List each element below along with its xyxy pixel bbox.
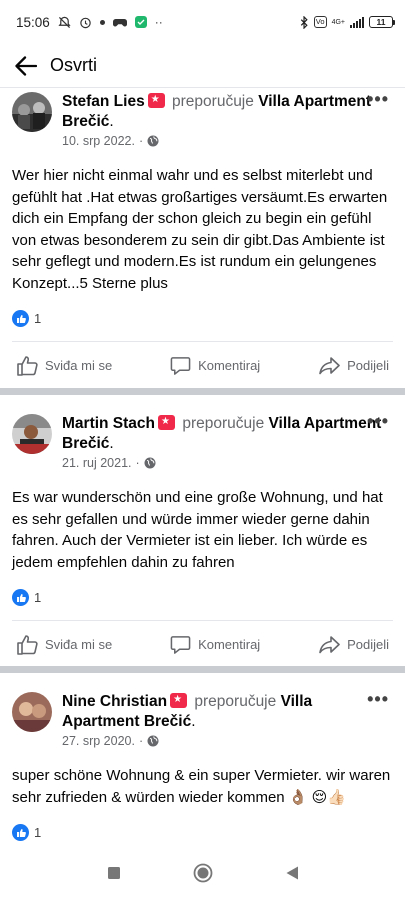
circle-icon	[193, 863, 212, 883]
battery-level: 11	[376, 17, 386, 27]
comment-icon	[170, 357, 191, 375]
comment-button[interactable]: Komentiraj	[166, 355, 264, 376]
more-notifications-icon: ··	[154, 15, 163, 29]
recommend-star-icon	[170, 693, 188, 708]
reviewer-name[interactable]: Nine Christian	[62, 693, 167, 710]
globe-icon	[144, 457, 156, 469]
globe-icon	[147, 735, 159, 747]
like-icon	[17, 355, 38, 376]
share-label: Podijeli	[347, 358, 389, 373]
share-button[interactable]: Podijeli	[314, 635, 393, 655]
share-button[interactable]: Podijeli	[314, 356, 393, 376]
like-reaction-icon	[12, 589, 29, 606]
system-nav-bar	[0, 846, 405, 900]
share-icon	[319, 356, 340, 374]
notification-dot-icon	[99, 19, 105, 25]
section-divider	[0, 666, 405, 673]
more-options-button[interactable]: •••	[367, 412, 389, 430]
review-card: Martin Stach preporučuje Villa Apartment…	[0, 412, 405, 668]
recommend-star-icon	[147, 93, 165, 108]
recents-button[interactable]	[107, 866, 121, 880]
avatar[interactable]	[12, 692, 52, 732]
action-bar: Sviđa mi se Komentiraj Podijeli	[12, 620, 393, 668]
reviews-feed[interactable]: Stefan Lies preporučuje Villa Apartment …	[0, 88, 405, 846]
app-header: Osvrti	[0, 44, 405, 88]
recommend-verb: preporučuje	[172, 93, 254, 110]
avatar[interactable]	[12, 414, 52, 454]
globe-icon	[147, 135, 159, 147]
game-controller-icon	[112, 17, 127, 28]
home-button[interactable]	[193, 863, 213, 883]
review-date[interactable]: 10. srp 2022.	[62, 134, 135, 148]
review-card: Stefan Lies preporučuje Villa Apartment …	[0, 90, 405, 389]
reactions-summary[interactable]: 1	[0, 589, 405, 606]
review-date[interactable]: 21. ruj 2021.	[62, 456, 132, 470]
alarm-icon	[79, 16, 92, 29]
comment-label: Komentiraj	[198, 637, 261, 652]
reactions-summary[interactable]: 1	[0, 310, 405, 327]
reactions-summary[interactable]: 1	[0, 824, 405, 841]
back-nav-button[interactable]	[285, 865, 299, 881]
shield-app-icon	[134, 16, 147, 28]
recommend-verb: preporučuje	[182, 415, 265, 432]
like-button[interactable]: Sviđa mi se	[12, 355, 116, 377]
action-bar: Sviđa mi se Komentiraj Podijeli	[12, 341, 393, 389]
recommend-verb: preporučuje	[194, 693, 277, 710]
triangle-back-icon	[286, 866, 298, 880]
more-options-button[interactable]: •••	[367, 690, 389, 708]
reviewer-name[interactable]: Stefan Lies	[62, 93, 145, 110]
page-title: Osvrti	[50, 55, 97, 75]
comment-label: Komentiraj	[198, 358, 261, 373]
like-label: Sviđa mi se	[45, 358, 113, 373]
muted-notification-icon	[58, 16, 71, 29]
signal-icon	[350, 16, 364, 28]
bluetooth-icon	[300, 15, 309, 29]
like-button[interactable]: Sviđa mi se	[12, 634, 116, 656]
like-reaction-icon	[12, 310, 29, 327]
like-icon	[17, 634, 38, 655]
back-arrow-icon	[15, 55, 37, 76]
more-options-button[interactable]: •••	[367, 90, 389, 108]
share-label: Podijeli	[347, 637, 389, 652]
network-type: 4G+	[331, 18, 345, 26]
recommend-star-icon	[158, 415, 176, 430]
square-icon	[107, 867, 120, 879]
review-text: Es war wunderschön und eine große Wohnun…	[12, 489, 383, 571]
like-count: 1	[34, 590, 42, 605]
review-text: Wer hier nicht einmal wahr und es selbst…	[12, 167, 388, 292]
section-divider	[0, 388, 405, 395]
status-time: 15:06	[16, 14, 50, 30]
volte-icon: Vo	[313, 16, 327, 28]
share-icon	[319, 635, 340, 653]
review-card: Nine Christian preporučuje Villa Apartme…	[0, 690, 405, 841]
status-bar: 15:06 ·· Vo 4G+ 11	[0, 0, 405, 44]
like-reaction-icon	[12, 824, 29, 841]
reviewer-name[interactable]: Martin Stach	[62, 415, 155, 432]
review-text: super schöne Wohnung & ein super Vermiet…	[12, 767, 391, 806]
comment-icon	[170, 636, 191, 654]
back-button[interactable]	[12, 52, 40, 80]
avatar[interactable]	[12, 92, 52, 132]
like-count: 1	[34, 825, 42, 840]
review-date[interactable]: 27. srp 2020.	[62, 734, 135, 748]
comment-button[interactable]: Komentiraj	[166, 634, 264, 655]
like-label: Sviđa mi se	[45, 637, 113, 652]
battery-icon: 11	[369, 16, 395, 28]
like-count: 1	[34, 311, 42, 326]
